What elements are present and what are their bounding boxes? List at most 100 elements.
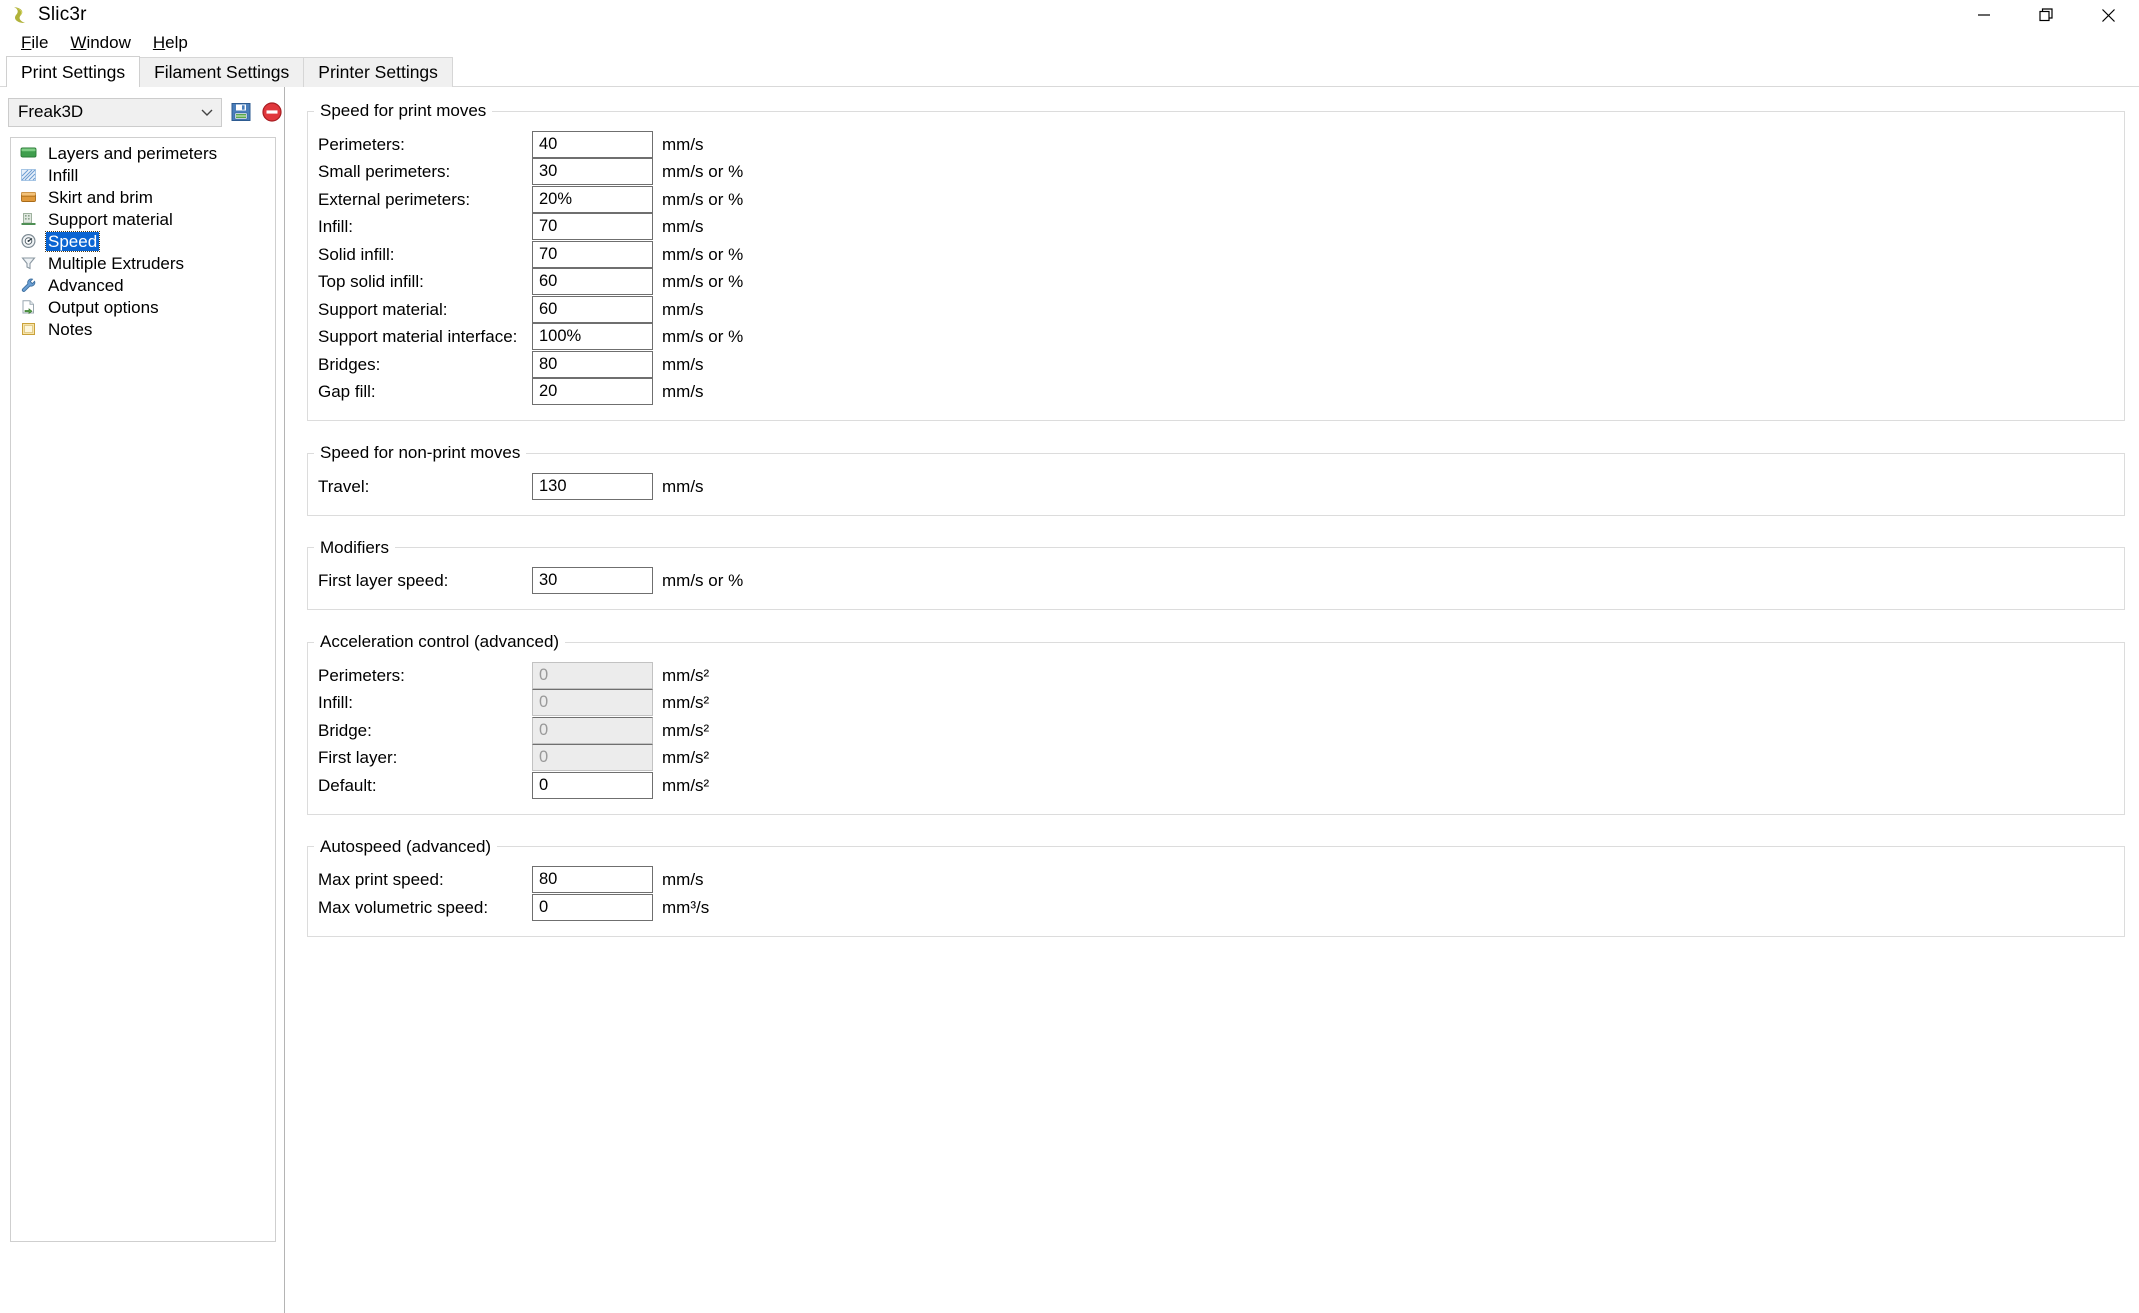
workspace: Freak3D Layers and perimeters Infill Ski… [0, 87, 2139, 1313]
menu-window[interactable]: Window [59, 31, 141, 55]
setting-label: Infill: [318, 693, 353, 713]
menu-file[interactable]: File [10, 31, 59, 55]
setting-label: External perimeters: [318, 189, 471, 209]
setting-label: Max volumetric speed: [318, 897, 489, 917]
setting-unit: mm/s or % [662, 244, 744, 264]
sidebar-item-label: Multiple Extruders [48, 253, 185, 273]
setting-label: Support material: [318, 299, 448, 319]
menu-help[interactable]: Help [142, 31, 199, 55]
sidebar-item-skirt-and-brim[interactable]: Skirt and brim [11, 186, 275, 208]
solid-infill-speed-input[interactable]: 70 [532, 240, 653, 268]
sidebar-item-layers-and-perimeters[interactable]: Layers and perimeters [11, 142, 275, 164]
sidebar-item-speed[interactable]: Speed [11, 230, 275, 252]
menu-help-rest: elp [165, 33, 188, 52]
external-perimeters-speed-input[interactable]: 20% [532, 185, 653, 213]
sidebar-item-multiple-extruders[interactable]: Multiple Extruders [11, 252, 275, 274]
setting-row-accel-bridge: Bridge: 0 mm/s² [308, 716, 2124, 745]
setting-row-bridges: Bridges: 80 mm/s [308, 350, 2124, 379]
travel-speed-input[interactable]: 130 [532, 472, 653, 500]
setting-unit: mm/s or % [662, 189, 744, 209]
output-options-icon [19, 298, 39, 316]
infill-speed-input[interactable]: 70 [532, 213, 653, 241]
preset-combobox[interactable]: Freak3D [8, 97, 223, 127]
menu-file-rest: ile [31, 33, 49, 52]
accel-bridge-input: 0 [532, 716, 653, 744]
advanced-wrench-icon [19, 276, 39, 294]
tab-print-settings[interactable]: Print Settings [6, 56, 141, 87]
setting-label: Top solid infill: [318, 272, 424, 292]
setting-row-support-material-interface: Support material interface: 100% mm/s or… [308, 323, 2124, 352]
sidebar-item-support-material[interactable]: Support material [11, 208, 275, 230]
setting-unit: mm/s or % [662, 162, 744, 182]
save-preset-icon[interactable] [228, 99, 253, 125]
support-material-interface-speed-input[interactable]: 100% [532, 323, 653, 351]
group-autospeed: Autospeed (advanced) Max print speed: 80… [307, 836, 2125, 937]
infill-icon [19, 166, 39, 184]
setting-unit: mm/s [662, 299, 704, 319]
setting-label: Solid infill: [318, 244, 395, 264]
sidebar-item-notes[interactable]: Notes [11, 318, 275, 340]
group-speed-for-print-moves: Speed for print moves Perimeters: 40 mm/… [307, 101, 2125, 421]
setting-label: Small perimeters: [318, 162, 451, 182]
sidebar-item-label: Notes [48, 319, 93, 339]
delete-preset-icon[interactable] [259, 99, 284, 125]
setting-unit: mm/s [662, 217, 704, 237]
speed-icon [19, 232, 39, 250]
setting-row-gap-fill: Gap fill: 20 mm/s [308, 378, 2124, 407]
sidebar-item-advanced[interactable]: Advanced [11, 274, 275, 296]
sidebar-item-label: Advanced [48, 275, 124, 295]
gap-fill-speed-input[interactable]: 20 [532, 378, 653, 406]
max-volumetric-speed-input[interactable]: 0 [532, 893, 653, 921]
setting-row-accel-perimeters: Perimeters: 0 mm/s² [308, 661, 2124, 690]
tab-filament-settings[interactable]: Filament Settings [139, 57, 305, 87]
group-title: Autospeed (advanced) [320, 836, 492, 856]
setting-unit: mm/s or % [662, 571, 744, 591]
setting-label: Travel: [318, 476, 370, 496]
group-modifiers: Modifiers First layer speed: 30 mm/s or … [307, 537, 2125, 610]
skirt-brim-icon [19, 188, 39, 206]
sidebar-item-label: Infill [48, 165, 79, 185]
notes-icon [19, 320, 39, 338]
perimeters-speed-input[interactable]: 40 [532, 130, 653, 158]
top-solid-infill-speed-input[interactable]: 60 [532, 268, 653, 296]
accel-default-input[interactable]: 0 [532, 771, 653, 799]
setting-unit: mm/s [662, 382, 704, 402]
setting-row-max-volumetric-speed: Max volumetric speed: 0 mm³/s [308, 893, 2124, 922]
tab-bar: Print Settings Filament Settings Printer… [0, 56, 2139, 87]
setting-unit: mm/s [662, 354, 704, 374]
setting-label: Perimeters: [318, 134, 405, 154]
setting-unit: mm/s² [662, 720, 710, 740]
sidebar-item-infill[interactable]: Infill [11, 164, 275, 186]
multiple-extruders-icon [19, 254, 39, 272]
setting-unit: mm/s [662, 134, 704, 154]
settings-tree[interactable]: Layers and perimeters Infill Skirt and b… [10, 137, 276, 1242]
setting-row-first-layer-speed: First layer speed: 30 mm/s or % [308, 567, 2124, 596]
setting-row-solid-infill: Solid infill: 70 mm/s or % [308, 240, 2124, 269]
support-material-speed-input[interactable]: 60 [532, 295, 653, 323]
close-button[interactable] [2077, 0, 2139, 30]
window-title: Slic3r [38, 4, 87, 25]
group-title: Speed for non-print moves [320, 443, 521, 462]
sidebar-item-label: Layers and perimeters [48, 143, 218, 163]
restore-button[interactable] [2015, 0, 2077, 30]
sidebar-item-output-options[interactable]: Output options [11, 296, 275, 318]
preset-combobox-value: Freak3D [18, 102, 84, 121]
max-print-speed-input[interactable]: 80 [532, 866, 653, 894]
sidebar-item-label: Speed [44, 230, 101, 252]
setting-label: Bridge: [318, 720, 372, 740]
setting-row-top-solid-infill: Top solid infill: 60 mm/s or % [308, 268, 2124, 297]
setting-unit: mm/s² [662, 665, 710, 685]
setting-label: First layer speed: [318, 571, 449, 591]
setting-unit: mm/s² [662, 693, 710, 713]
first-layer-speed-input[interactable]: 30 [532, 567, 653, 595]
bridges-speed-input[interactable]: 80 [532, 350, 653, 378]
setting-unit: mm/s [662, 476, 704, 496]
small-perimeters-speed-input[interactable]: 30 [532, 158, 653, 186]
minimize-button[interactable] [1953, 0, 2015, 30]
group-title: Speed for print moves [320, 101, 487, 120]
slic3r-logo-icon [8, 4, 30, 26]
tab-printer-settings[interactable]: Printer Settings [303, 57, 453, 87]
setting-label: Infill: [318, 217, 353, 237]
setting-row-small-perimeters: Small perimeters: 30 mm/s or % [308, 158, 2124, 187]
accel-first-layer-input: 0 [532, 744, 653, 772]
